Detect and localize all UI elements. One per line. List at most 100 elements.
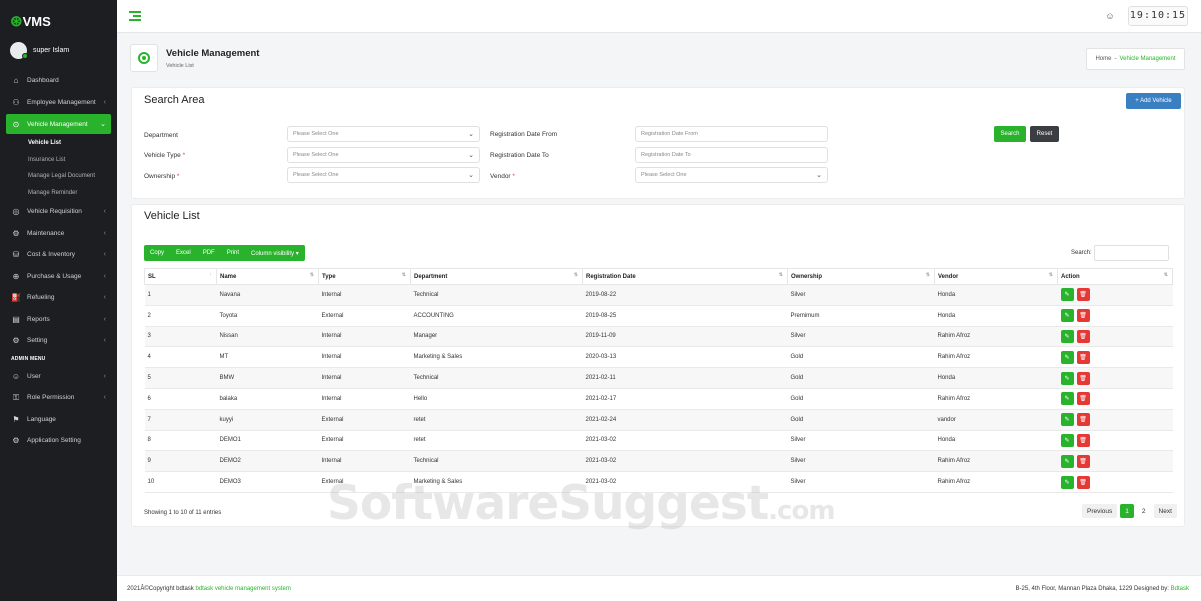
edit-icon[interactable]: ✎ — [1060, 371, 1074, 385]
delete-icon[interactable]: 🗑 — [1076, 371, 1090, 385]
footer-designer-link[interactable]: Bdtask — [1171, 586, 1189, 592]
reg-to-label: Registration Date To — [490, 152, 549, 159]
sidebar-item-label: Reports — [27, 315, 50, 323]
cell-registration-date: 2021-02-11 — [582, 367, 788, 389]
sidebar-item-language[interactable]: ⚑ Language — [6, 409, 111, 431]
edit-icon[interactable]: ✎ — [1060, 433, 1074, 447]
sidebar-item-label: Employee Management — [27, 98, 96, 106]
sidebar-item-role-permission[interactable]: ⚿ Role Permission ‹ — [6, 387, 111, 409]
edit-icon[interactable]: ✎ — [1060, 413, 1074, 427]
cell-vendor: Honda — [934, 284, 1058, 306]
cost-icon: ⛁ — [12, 250, 20, 260]
sidebar-item-reports[interactable]: ▤ Reports ‹ — [6, 309, 111, 331]
home-icon: ⌂ — [13, 76, 19, 86]
column-header-vendor[interactable]: Vendor ⇅ — [934, 268, 1058, 285]
edit-icon[interactable]: ✎ — [1060, 329, 1074, 343]
table-row: 9 DEMO2 Internal Technical 2021-03-02 Silver R… — [144, 450, 1173, 473]
sort-icon: ⇅ — [1163, 272, 1168, 278]
cell-department: Marketing & Sales — [410, 346, 583, 369]
sidebar-item-setting[interactable]: ⚙ Setting ‹ — [6, 330, 111, 352]
pagination-previous[interactable]: Previous — [1082, 504, 1118, 518]
delete-icon[interactable]: 🗑 — [1076, 288, 1090, 302]
pagination-page-1[interactable]: 1 — [1120, 504, 1134, 518]
vendor-select[interactable]: Please Select One ⌄ — [635, 167, 828, 183]
cell-sl: 9 — [144, 450, 217, 473]
user-profile[interactable]: super Islam — [10, 42, 69, 59]
cell-name: Toyota — [216, 305, 319, 327]
column-header-ownership[interactable]: Ownership ⇅ — [787, 268, 935, 285]
column-header-action[interactable]: Action ⇅ — [1057, 268, 1173, 285]
column-header-name[interactable]: Name ⇅ — [216, 268, 319, 285]
cell-ownership: Silver — [787, 284, 935, 306]
delete-icon[interactable]: 🗑 — [1076, 329, 1090, 343]
edit-icon[interactable]: ✎ — [1060, 392, 1074, 406]
chevron-left-icon: ‹ — [103, 294, 106, 302]
sidebar-item-employee-management[interactable]: ⚇ Employee Management ‹ — [6, 92, 111, 114]
delete-icon[interactable]: 🗑 — [1076, 350, 1090, 364]
pdf-button[interactable]: PDF — [197, 245, 221, 261]
column-header-type[interactable]: Type ⇅ — [318, 268, 411, 285]
footer-link[interactable]: bdtask vehicle management system — [195, 586, 290, 592]
sidebar-item-refueling[interactable]: ⛽ Refueling ‹ — [6, 287, 111, 309]
column-visibility-button[interactable]: Column visibility ▾ — [245, 245, 305, 261]
sidebar-subitem-insurance-list[interactable]: Insurance List — [6, 152, 111, 169]
vehicle-type-select[interactable]: Please Select One ⌄ — [287, 147, 480, 163]
page-icon — [130, 44, 158, 72]
column-header-department[interactable]: Department ⇅ — [410, 268, 583, 285]
delete-icon[interactable]: 🗑 — [1076, 475, 1090, 489]
delete-icon[interactable]: 🗑 — [1076, 433, 1090, 447]
delete-icon[interactable]: 🗑 — [1076, 392, 1090, 406]
cell-sl: 1 — [144, 284, 217, 306]
edit-icon[interactable]: ✎ — [1060, 475, 1074, 489]
menu-toggle-icon[interactable] — [129, 11, 141, 23]
app-logo[interactable]: ⊛ VMS — [10, 10, 51, 32]
sidebar-item-maintenance[interactable]: ⚙ Maintenance ‹ — [6, 223, 111, 245]
column-header-sl[interactable]: SL ↑ — [144, 268, 217, 285]
delete-icon[interactable]: 🗑 — [1076, 413, 1090, 427]
user-menu-icon[interactable]: ☺ — [1102, 8, 1118, 24]
reg-date-to-input[interactable]: Registration Date To — [635, 147, 828, 163]
table-search-input[interactable] — [1093, 245, 1169, 261]
copy-button[interactable]: Copy — [144, 245, 170, 261]
requisition-icon: ◎ — [12, 207, 20, 217]
sidebar-item-purchase-usage[interactable]: ⊕ Purchase & Usage ‹ — [6, 266, 111, 288]
sidebar-subitem-reminder[interactable]: Manage Reminder — [6, 185, 111, 202]
edit-icon[interactable]: ✎ — [1060, 454, 1074, 468]
cell-department: Technical — [410, 367, 583, 389]
chevron-left-icon: ‹ — [103, 251, 106, 259]
breadcrumb-home[interactable]: Home — [1095, 56, 1111, 62]
sidebar-item-application-setting[interactable]: ⚙ Application Setting — [6, 430, 111, 452]
edit-icon[interactable]: ✎ — [1060, 350, 1074, 364]
delete-icon[interactable]: 🗑 — [1076, 454, 1090, 468]
excel-button[interactable]: Excel — [170, 245, 197, 261]
cell-registration-date: 2019-11-09 — [582, 326, 788, 348]
footer-copyright: 2021Â©Copyright bdtask bdtask vehicle ma… — [127, 586, 291, 592]
sort-icon: ⇅ — [1048, 272, 1053, 278]
edit-icon[interactable]: ✎ — [1060, 288, 1074, 302]
reg-date-from-input[interactable]: Registration Date From — [635, 126, 828, 142]
add-vehicle-button[interactable]: + Add Vehicle — [1126, 93, 1181, 109]
sidebar-subitem-vehicle-list[interactable]: Vehicle List — [6, 135, 111, 152]
cell-department: Hello — [410, 388, 583, 410]
edit-icon[interactable]: ✎ — [1060, 309, 1074, 323]
department-select[interactable]: Please Select One ⌄ — [287, 126, 480, 142]
search-button[interactable]: Search — [994, 126, 1026, 142]
sidebar-item-vehicle-requisition[interactable]: ◎ Vehicle Requisition ‹ — [6, 201, 111, 223]
print-button[interactable]: Print — [221, 245, 245, 261]
sidebar-item-label: Purchase & Usage — [27, 272, 82, 280]
cell-action: ✎ 🗑 — [1057, 305, 1173, 327]
sidebar-item-user[interactable]: ☺ User ‹ — [6, 366, 111, 388]
column-header-registration-date[interactable]: Registration Date ⇅ — [582, 268, 788, 285]
delete-icon[interactable]: 🗑 — [1076, 309, 1090, 323]
pagination-page-2[interactable]: 2 — [1136, 504, 1151, 518]
pagination-next[interactable]: Next — [1153, 504, 1177, 518]
sidebar-item-vehicle-management[interactable]: ⊙ Vehicle Management ⌄ — [6, 114, 111, 134]
cell-name: Nissan — [216, 326, 319, 348]
ownership-select[interactable]: Please Select One ⌄ — [287, 167, 480, 183]
cell-name: MT — [216, 346, 319, 369]
sidebar-item-cost-inventory[interactable]: ⛁ Cost & Inventory ‹ — [6, 244, 111, 266]
cell-registration-date: 2019-08-22 — [582, 284, 788, 306]
reset-button[interactable]: Reset — [1030, 126, 1059, 142]
sidebar-item-dashboard[interactable]: ⌂ Dashboard — [6, 70, 111, 92]
sidebar-subitem-legal-document[interactable]: Manage Legal Document — [6, 168, 111, 185]
